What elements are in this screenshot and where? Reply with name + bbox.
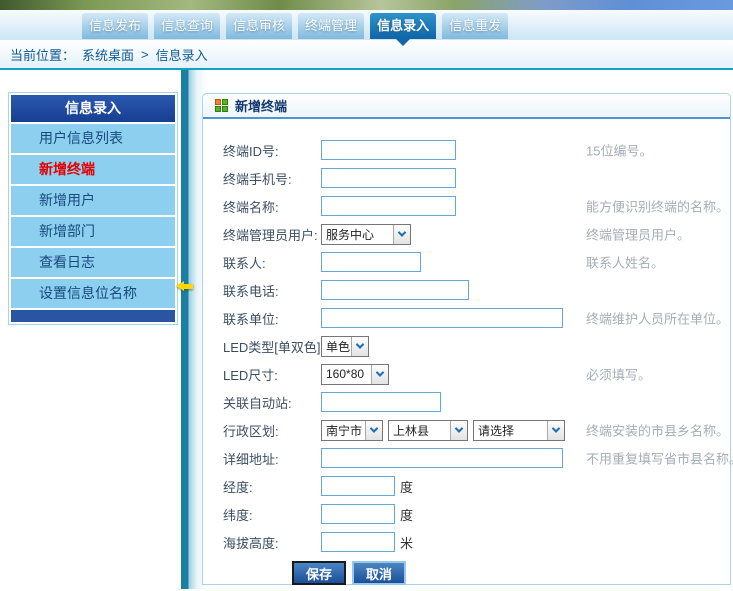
tab-terminal-manage[interactable]: 终端管理 [298,13,364,39]
field-hint: 不用重复填写省市县名称。 [586,449,733,468]
field-label: 终端管理员用户: [223,225,321,244]
chevron-down-icon [351,337,368,356]
sidebar-item-view-log[interactable]: 查看日志 [11,248,175,277]
led-size-select[interactable]: 160*80 [321,364,389,385]
tab-info-audit[interactable]: 信息审核 [226,13,292,39]
form-buttons: 保存 取消 [223,561,730,585]
field-label: 联系单位: [223,309,321,328]
field-label: 终端手机号: [223,169,321,188]
add-terminal-panel: 新增终端 终端ID号: 15位编号。 终端手机号: 终端名称: 能方便识别终端的… [202,93,731,585]
collapse-sidebar-arrow[interactable] [171,281,193,291]
chevron-down-icon [393,225,410,244]
terminal-phone-input[interactable] [321,168,456,188]
breadcrumb-prefix: 当前位置： [10,45,75,64]
form-row: 联系电话: [223,276,730,304]
left-arrow-icon [171,281,184,291]
content-area: 信息录入 用户信息列表 新增终端 新增用户 新增部门 查看日志 设置信息位名称 … [0,70,733,589]
form-row: 海拔高度: 米 [223,528,730,556]
sidebar: 信息录入 用户信息列表 新增终端 新增用户 新增部门 查看日志 设置信息位名称 [8,92,178,325]
tab-info-entry[interactable]: 信息录入 [370,13,436,39]
save-button[interactable]: 保存 [292,561,346,585]
field-hint: 必须填写。 [586,365,651,384]
add-terminal-form: 终端ID号: 15位编号。 终端手机号: 终端名称: 能方便识别终端的名称。 终… [203,119,730,585]
region-city-select[interactable]: 南宁市 [321,420,383,441]
form-row: 详细地址: 不用重复填写省市县名称。 [223,444,730,472]
form-row: 经度: 度 [223,472,730,500]
detail-address-input[interactable] [321,448,563,468]
breadcrumb-separator: > [141,47,149,62]
form-row: LED类型[单双色]: 单色 [223,332,730,360]
cancel-button[interactable]: 取消 [352,561,406,585]
form-row: 关联自动站: [223,388,730,416]
latitude-input[interactable] [321,504,395,524]
breadcrumb-home[interactable]: 系统桌面 [82,45,134,64]
field-label: 纬度: [223,505,321,524]
contact-name-input[interactable] [321,252,421,272]
unit-label: 度 [400,477,413,496]
sidebar-item-set-info-slot-name[interactable]: 设置信息位名称 [11,279,175,308]
longitude-input[interactable] [321,476,395,496]
field-hint: 能方便识别终端的名称。 [586,197,729,216]
field-label: 联系人: [223,253,321,272]
region-county-select[interactable]: 上林县 [388,420,468,441]
tab-info-query[interactable]: 信息查询 [154,13,220,39]
led-type-select[interactable]: 单色 [321,336,369,357]
admin-user-select[interactable]: 服务中心 [321,224,411,245]
form-row: 终端手机号: [223,164,730,192]
breadcrumb: 当前位置： 系统桌面 > 信息录入 [0,40,733,70]
panel-title: 新增终端 [235,96,287,115]
sidebar-title: 信息录入 [11,95,175,122]
form-row: 终端管理员用户: 服务中心 终端管理员用户。 [223,220,730,248]
field-hint: 联系人姓名。 [586,253,664,272]
tab-info-resend[interactable]: 信息重发 [442,13,508,39]
form-row: 联系单位: 终端维护人员所在单位。 [223,304,730,332]
sidebar-footer-bar [11,310,175,322]
field-label: 终端名称: [223,197,321,216]
form-row: 行政区划: 南宁市 上林县 请选择 终端安装的市县乡名称。 [223,416,730,444]
field-hint: 终端维护人员所在单位。 [586,309,729,328]
terminal-name-input[interactable] [321,196,456,216]
field-label: LED尺寸: [223,365,321,384]
form-row: 终端ID号: 15位编号。 [223,136,730,164]
chevron-down-icon [371,365,388,384]
chevron-down-icon [365,421,382,440]
form-row: 纬度: 度 [223,500,730,528]
field-hint: 终端管理员用户。 [586,225,690,244]
form-row: 终端名称: 能方便识别终端的名称。 [223,192,730,220]
field-label: 行政区划: [223,421,321,440]
auto-station-input[interactable] [321,392,441,412]
field-label: LED类型[单双色]: [223,337,321,356]
chevron-down-icon [547,421,564,440]
sidebar-item-add-dept[interactable]: 新增部门 [11,217,175,246]
field-hint: 15位编号。 [586,141,652,160]
form-row: 联系人: 联系人姓名。 [223,248,730,276]
field-label: 详细地址: [223,449,321,468]
form-row: LED尺寸: 160*80 必须填写。 [223,360,730,388]
sidebar-item-add-user[interactable]: 新增用户 [11,186,175,215]
panel-header: 新增终端 [203,94,730,119]
breadcrumb-current: 信息录入 [156,45,208,64]
sidebar-item-user-info-list[interactable]: 用户信息列表 [11,124,175,153]
terminal-id-input[interactable] [321,140,456,160]
field-label: 终端ID号: [223,141,321,160]
field-hint: 终端安装的市县乡名称。 [586,421,729,440]
region-town-select[interactable]: 请选择 [473,420,565,441]
field-label: 关联自动站: [223,393,321,412]
top-photo-banner [0,0,733,10]
unit-label: 度 [400,505,413,524]
field-label: 联系电话: [223,281,321,300]
grid-squares-icon [215,99,228,112]
chevron-down-icon [450,421,467,440]
field-label: 海拔高度: [223,533,321,552]
unit-label: 米 [400,533,413,552]
main-tabbar: 信息发布 信息查询 信息审核 终端管理 信息录入 信息重发 [0,10,733,40]
tab-info-publish[interactable]: 信息发布 [82,13,148,39]
field-label: 经度: [223,477,321,496]
sidebar-item-add-terminal[interactable]: 新增终端 [11,155,175,184]
contact-org-input[interactable] [321,308,563,328]
altitude-input[interactable] [321,532,395,552]
contact-phone-input[interactable] [321,280,469,300]
